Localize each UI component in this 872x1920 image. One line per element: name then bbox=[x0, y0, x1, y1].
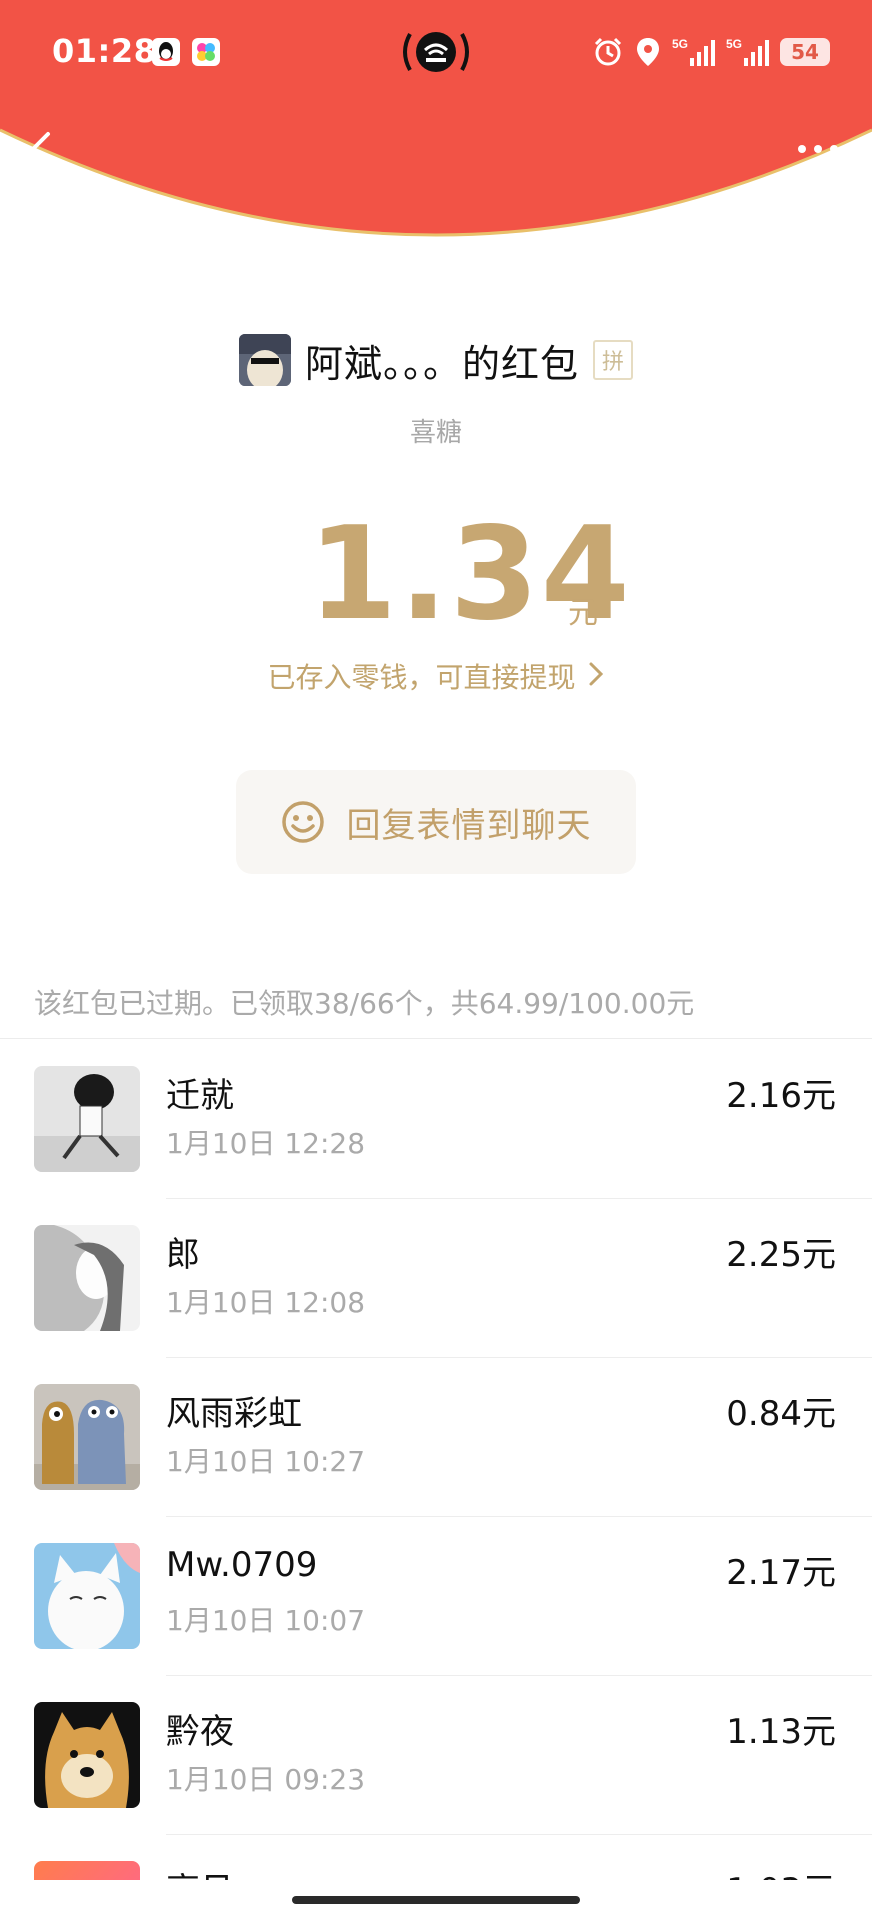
packet-note: 喜糖 bbox=[409, 418, 462, 448]
signal-5g-icon: 5G bbox=[672, 37, 715, 66]
home-indicator[interactable] bbox=[292, 1896, 580, 1904]
smile-icon bbox=[281, 801, 324, 843]
status-bar: 01:28 5G 5G 54 bbox=[0, 28, 872, 78]
avatar[interactable] bbox=[34, 1543, 140, 1649]
location-icon bbox=[637, 38, 659, 66]
list-item[interactable]: 迁就 1月10日 12:28 2.16元 bbox=[0, 1040, 872, 1199]
svg-text:5G: 5G bbox=[672, 37, 688, 51]
amount-row: 1.34 元 bbox=[0, 500, 872, 650]
more-button[interactable] bbox=[792, 132, 844, 166]
chevron-left-icon bbox=[30, 132, 50, 168]
ellipsis-icon bbox=[798, 145, 838, 153]
divider bbox=[0, 1038, 872, 1039]
list-item[interactable]: 黔夜 1月10日 09:23 1.13元 bbox=[0, 1676, 872, 1835]
pinyin-badge[interactable]: 拼 bbox=[593, 340, 633, 380]
list-item[interactable]: 郎 1月10日 12:08 2.25元 bbox=[0, 1199, 872, 1358]
signal-5g-icon: 5G bbox=[726, 37, 769, 66]
svg-text:5G: 5G bbox=[726, 37, 742, 51]
packet-title-row: 阿斌。。。的红包 拼 bbox=[0, 330, 872, 390]
hotspot-icon bbox=[396, 28, 476, 76]
avatar[interactable] bbox=[34, 1702, 140, 1808]
avatar[interactable] bbox=[34, 1384, 140, 1490]
claim-time: 1月10日 10:07 bbox=[166, 1604, 366, 1637]
packet-summary: 该红包已过期。已领取38/66个，共64.99/100.00元 bbox=[34, 987, 695, 1020]
avatar[interactable] bbox=[34, 1225, 140, 1331]
recipient-list: 迁就 1月10日 12:28 2.16元 郎 1月10日 12:08 2.25元… bbox=[0, 1040, 872, 1895]
list-item[interactable]: Mw.0709 1月10日 10:07 2.17元 bbox=[0, 1517, 872, 1676]
reply-button-label: 回复表情到聊天 bbox=[346, 805, 592, 846]
status-time: 01:28 bbox=[52, 32, 157, 70]
status-right-icons: 5G 5G 54 bbox=[592, 34, 830, 70]
qq-icon bbox=[152, 38, 180, 66]
claim-time: 1月10日 12:28 bbox=[166, 1127, 366, 1160]
packet-title: 阿斌。。。的红包 bbox=[304, 341, 579, 386]
claim-amount: 2.25元 bbox=[726, 1235, 836, 1275]
avatar[interactable] bbox=[34, 1066, 140, 1172]
amount-unit: 元 bbox=[568, 596, 598, 631]
saved-text: 已存入零钱，可直接提现 bbox=[267, 661, 576, 694]
list-item[interactable]: 风雨彩虹 1月10日 10:27 0.84元 bbox=[0, 1358, 872, 1517]
claim-amount: 2.16元 bbox=[726, 1076, 836, 1116]
claim-amount: 1.13元 bbox=[726, 1712, 836, 1752]
back-button[interactable] bbox=[22, 128, 62, 172]
claim-time: 1月10日 10:27 bbox=[166, 1445, 366, 1478]
recipient-name: 迁就 bbox=[166, 1076, 234, 1116]
recipient-name: Mw.0709 bbox=[166, 1545, 318, 1585]
saved-to-change-link[interactable]: 已存入零钱，可直接提现 bbox=[0, 656, 872, 696]
sender-avatar[interactable] bbox=[238, 334, 291, 386]
recipient-name: 风雨彩虹 bbox=[166, 1394, 302, 1434]
red-packet-detail-screen: { "status_bar": { "time": "01:28", "batt… bbox=[0, 0, 872, 1920]
reply-sticker-button[interactable]: 回复表情到聊天 bbox=[236, 770, 636, 874]
recipient-name: 黔夜 bbox=[166, 1712, 234, 1752]
claim-time: 1月10日 12:08 bbox=[166, 1286, 366, 1319]
claim-amount: 0.84元 bbox=[726, 1394, 836, 1434]
claim-time: 1月10日 09:23 bbox=[166, 1763, 366, 1796]
battery-icon: 54 bbox=[780, 38, 830, 66]
alarm-icon bbox=[594, 37, 622, 66]
photos-icon bbox=[192, 38, 220, 66]
chevron-right-icon bbox=[588, 661, 604, 694]
claim-amount: 2.17元 bbox=[726, 1553, 836, 1593]
recipient-name: 郎 bbox=[166, 1235, 200, 1275]
